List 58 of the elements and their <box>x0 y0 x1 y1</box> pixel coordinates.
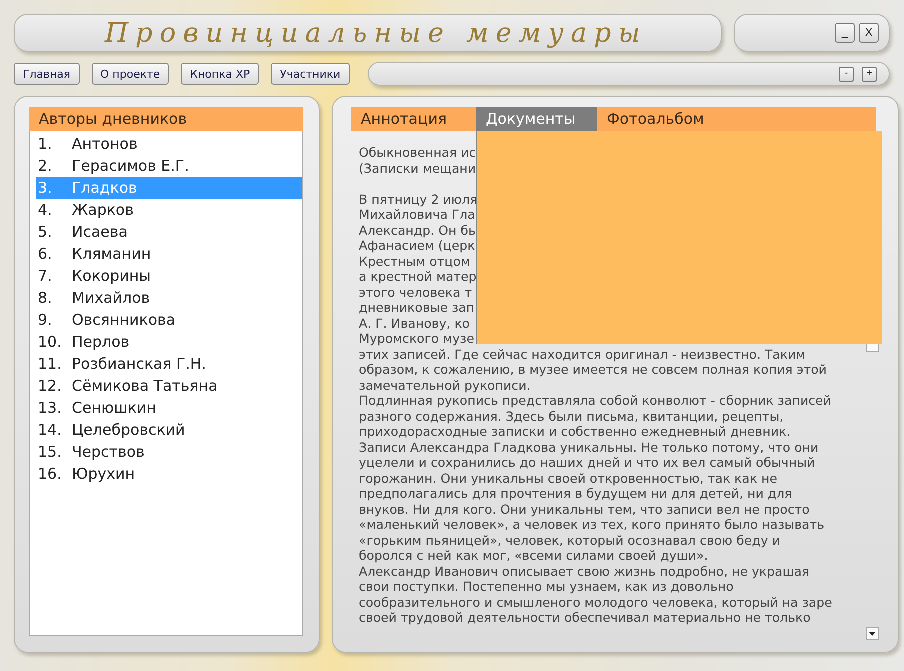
tab[interactable]: Документы <box>476 107 597 131</box>
tab[interactable]: Аннотация <box>351 107 476 131</box>
author-item[interactable]: 2. Герасимов Е.Г. <box>36 155 302 177</box>
zoom-button[interactable]: - <box>839 66 854 82</box>
author-item[interactable]: 6. Кляманин <box>36 243 302 265</box>
nav-button[interactable]: Участники <box>271 63 350 85</box>
text-line: свои поступки. Постепенно мы узнаем, как из довольно <box>359 579 735 594</box>
text-line: замечательной рукописи. <box>359 378 532 393</box>
author-item[interactable]: 11. Розбианская Г.Н. <box>36 353 302 375</box>
zoom-button[interactable]: + <box>862 66 877 82</box>
author-item[interactable]: 4. Жарков <box>36 199 302 221</box>
author-item[interactable]: 1. Антонов <box>36 133 302 155</box>
text-line: боролся с ней как мог, «всеми силами своей души». <box>359 548 710 564</box>
window-title: Провинциальные мемуары <box>105 18 648 48</box>
author-item[interactable]: 10. Перлов <box>36 331 302 353</box>
text-line: внуков. Ни для кого. Они уникальны тем, что записи вел не просто <box>359 502 811 517</box>
text-line: предполагались для прочтения в будущем ни для детей, ни для <box>359 486 794 502</box>
nav-button[interactable]: Главная <box>14 63 80 85</box>
author-item[interactable]: 8. Михайлов <box>36 287 302 309</box>
text-line: этого человека т <box>359 284 474 300</box>
text-line: а крестной матер <box>359 269 478 284</box>
text-line: Записи Александра Гладкова уникальны. Не только потому, что они <box>359 440 820 455</box>
author-item[interactable]: 9. Овсянникова <box>36 309 302 331</box>
text-line: Михайловича Гла <box>359 207 476 222</box>
nav-button[interactable]: О проекте <box>92 63 170 85</box>
scroll-down-icon[interactable] <box>866 627 879 640</box>
text-line: Афанасием (церк <box>359 238 476 254</box>
text-line: горожанин. Они уникальны своей откровенностью, так как не <box>359 470 778 486</box>
text-line: (Записки мещани <box>359 160 478 176</box>
list-header: Авторы дневников <box>29 107 303 131</box>
tab[interactable]: Фотоальбом <box>597 107 876 131</box>
author-item[interactable]: 7. Кокорины <box>36 265 302 287</box>
text-line: дневниковые зап <box>359 300 476 316</box>
author-item[interactable]: 5. Исаева <box>36 221 302 243</box>
text-line: образом, к сожалению, в музее имеется не совсем полная копия этой <box>359 362 828 378</box>
text-line: разного содержания. Здесь были письма, квитанции, рецепты, <box>359 408 785 424</box>
author-item[interactable]: 12. Сёмикова Татьяна <box>36 375 302 397</box>
text-line: Обыкновенная ис <box>359 145 478 160</box>
text-line: А. Г. Иванову, ко <box>359 316 472 331</box>
text-line: «маленький человек», а человек из тех, кого принято было называть <box>359 517 826 532</box>
author-item[interactable]: 14. Целебровский <box>36 419 302 441</box>
window-button[interactable]: _ <box>835 23 855 43</box>
window-button[interactable]: X <box>859 23 879 43</box>
text-line: этих записей. Где сейчас находится оригинал - неизвестно. Таким <box>359 346 807 362</box>
text-line: Муромского музе <box>359 331 476 346</box>
nav-button[interactable]: Кнопка XP <box>181 63 260 85</box>
text-line: Подлинная рукопись представляла собой конволют - сборник записей <box>359 393 832 408</box>
text-line: уцелели и сохранились до наших дней и что их вел самый обычный <box>359 455 816 470</box>
text-line: своей трудовой деятельности обеспечивал материально не только <box>359 610 812 626</box>
text-line: приходорасходные записки и собственно ежедневный дневник. <box>359 424 792 440</box>
text-line: сообразительного и смышленого молодого человека, который на заре <box>359 594 834 610</box>
text-line: В пятницу 2 июля <box>359 192 479 207</box>
author-item[interactable]: 13. Сенюшкин <box>36 397 302 419</box>
text-line: Крестным отцом <box>359 254 472 269</box>
text-line: «горьким пьяницей», человек, который осознавал свою беду и <box>359 532 782 548</box>
text-line: Александр Иванович описывает свою жизнь подробно, не украшая <box>359 564 811 579</box>
author-item[interactable]: 16. Юрухин <box>36 463 302 485</box>
author-item[interactable]: 15. Черствов <box>36 441 302 463</box>
